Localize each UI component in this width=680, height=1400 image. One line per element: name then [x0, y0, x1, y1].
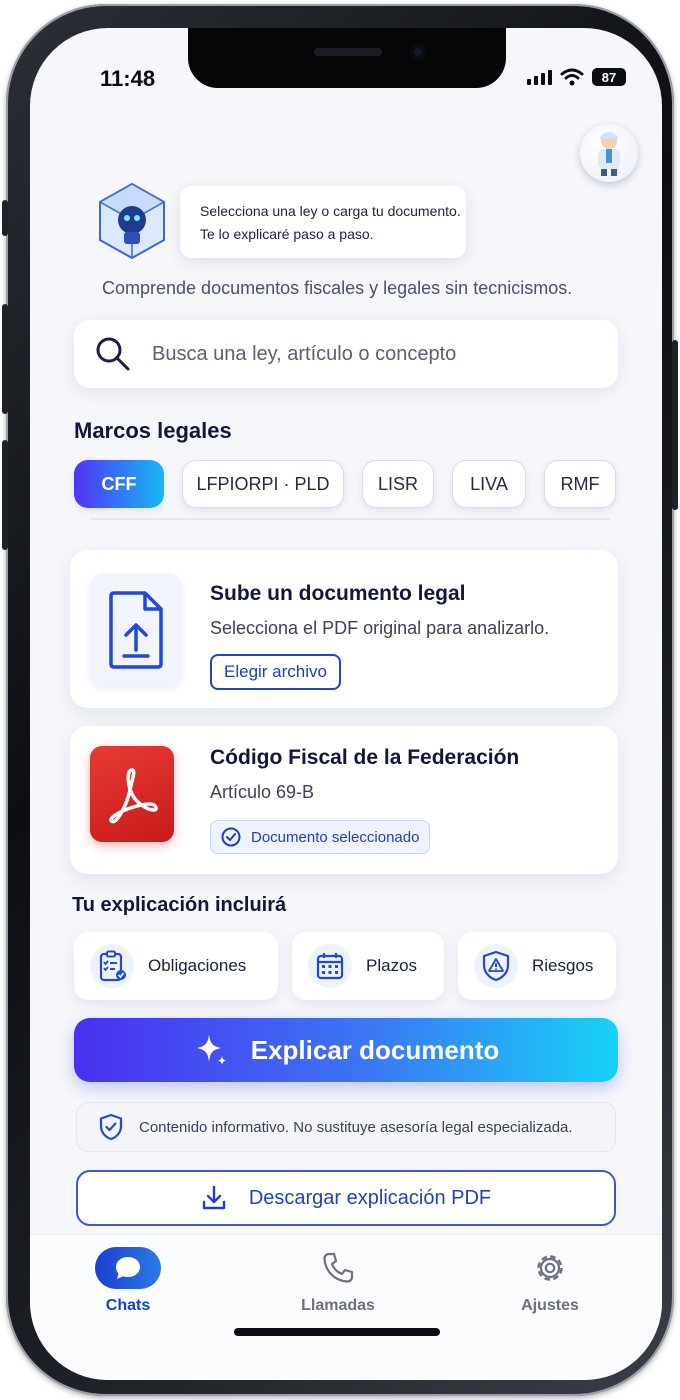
mute-switch [2, 200, 8, 236]
legal-framework-chips: CFF LFPIORPI · PLD LISR LIVA RMF [74, 460, 616, 508]
volume-down-button [2, 440, 8, 550]
chip-cff[interactable]: CFF [74, 460, 164, 508]
warning-shield-icon [474, 944, 518, 988]
speaker [314, 48, 382, 56]
tab-ajustes[interactable]: Ajustes [480, 1247, 620, 1315]
power-button [672, 340, 678, 510]
bottom-tab-bar: Chats Llamadas Ajustes [30, 1234, 662, 1380]
tab-llamadas-label: Llamadas [301, 1297, 375, 1314]
legal-disclaimer: Contenido informativo. No sustituye ases… [76, 1102, 616, 1152]
shield-check-icon [99, 1113, 123, 1141]
upload-card-subtitle: Selecciona el PDF original para analizar… [210, 618, 550, 638]
front-camera [410, 44, 426, 60]
phone-frame: 11:48 87 Selecciona una ley o carga tu d… [2, 4, 678, 1396]
chips-divider [90, 518, 610, 520]
selected-document-card[interactable]: Código Fiscal de la Federación Artículo … [70, 726, 618, 874]
check-circle-icon [221, 827, 241, 847]
assistant-message-line2: Te lo explicaré paso a paso. [200, 226, 374, 242]
feature-plazos: Plazos [292, 932, 444, 1000]
search-icon [96, 337, 130, 371]
phone-icon [323, 1252, 354, 1283]
gear-icon [537, 1255, 563, 1281]
file-upload-icon [109, 591, 163, 669]
pdf-file-icon [90, 746, 174, 842]
chip-rmf[interactable]: RMF [544, 460, 616, 508]
doctor-avatar-icon [598, 132, 620, 176]
download-icon [202, 1185, 226, 1210]
document-selected-badge: Documento seleccionado [210, 820, 431, 854]
acrobat-icon [109, 768, 158, 824]
chip-lfpiorpi-pld[interactable]: LFPIORPI · PLD [182, 460, 344, 508]
calendar-icon [308, 944, 352, 988]
document-article: Artículo 69-B [210, 782, 315, 802]
wifi-icon [560, 68, 584, 86]
download-pdf-button[interactable]: Descargar explicación PDF [76, 1170, 616, 1226]
upload-card-title: Sube un documento legal [210, 582, 466, 605]
feature-riesgos: Riesgos [458, 932, 616, 1000]
assistant-message-bubble: Selecciona una ley o carga tu documento.… [180, 186, 466, 258]
status-time: 11:48 [100, 66, 156, 91]
upload-icon-box [90, 574, 182, 686]
legal-frameworks-title: Marcos legales [74, 418, 232, 443]
tab-llamadas[interactable]: Llamadas [268, 1247, 408, 1315]
explain-document-label: Explicar documento [250, 1034, 500, 1065]
upload-document-card: Sube un documento legal Selecciona el PD… [70, 550, 618, 708]
sparkle-icon [196, 1034, 226, 1065]
notch [188, 28, 506, 88]
checklist-icon [90, 944, 134, 988]
search-placeholder: Busca una ley, artículo o concepto [152, 342, 457, 365]
tab-ajustes-label: Ajustes [521, 1297, 579, 1314]
tab-chats-icon-wrap [95, 1247, 161, 1289]
battery-icon: 87 [592, 68, 626, 86]
tab-chats[interactable]: Chats [58, 1247, 198, 1315]
profile-avatar[interactable] [580, 124, 638, 182]
robot-assistant-icon [98, 182, 166, 260]
volume-up-button [2, 304, 8, 414]
explanation-includes-title: Tu explicación incluirá [72, 894, 287, 916]
download-pdf-label: Descargar explicación PDF [248, 1186, 492, 1209]
status-icons: 87 [527, 68, 626, 86]
screen: 11:48 87 Selecciona una ley o carga tu d… [30, 28, 662, 1380]
document-title: Código Fiscal de la Federación [210, 746, 520, 769]
choose-file-button[interactable]: Elegir archivo [210, 654, 341, 690]
search-input[interactable]: Busca una ley, artículo o concepto [74, 320, 618, 388]
home-indicator[interactable] [234, 1328, 440, 1336]
tab-llamadas-icon-wrap [305, 1247, 371, 1289]
tab-ajustes-icon-wrap [517, 1247, 583, 1289]
feature-plazos-label: Plazos [366, 956, 418, 975]
signal-icon [527, 69, 552, 85]
chip-liva[interactable]: LIVA [452, 460, 526, 508]
feature-obligaciones-label: Obligaciones [148, 956, 247, 975]
assistant-message-line1: Selecciona una ley o carga tu documento. [200, 203, 461, 219]
chip-lisr[interactable]: LISR [362, 460, 434, 508]
app-subtitle: Comprende documentos fiscales y legales … [102, 278, 573, 298]
chat-bubble-icon [116, 1257, 140, 1279]
feature-riesgos-label: Riesgos [532, 956, 594, 975]
document-selected-label: Documento seleccionado [251, 828, 420, 846]
legal-disclaimer-text: Contenido informativo. No sustituye ases… [139, 1118, 573, 1136]
feature-obligaciones: Obligaciones [74, 932, 278, 1000]
explain-document-button[interactable]: Explicar documento [74, 1018, 618, 1082]
tab-chats-label: Chats [105, 1297, 151, 1314]
